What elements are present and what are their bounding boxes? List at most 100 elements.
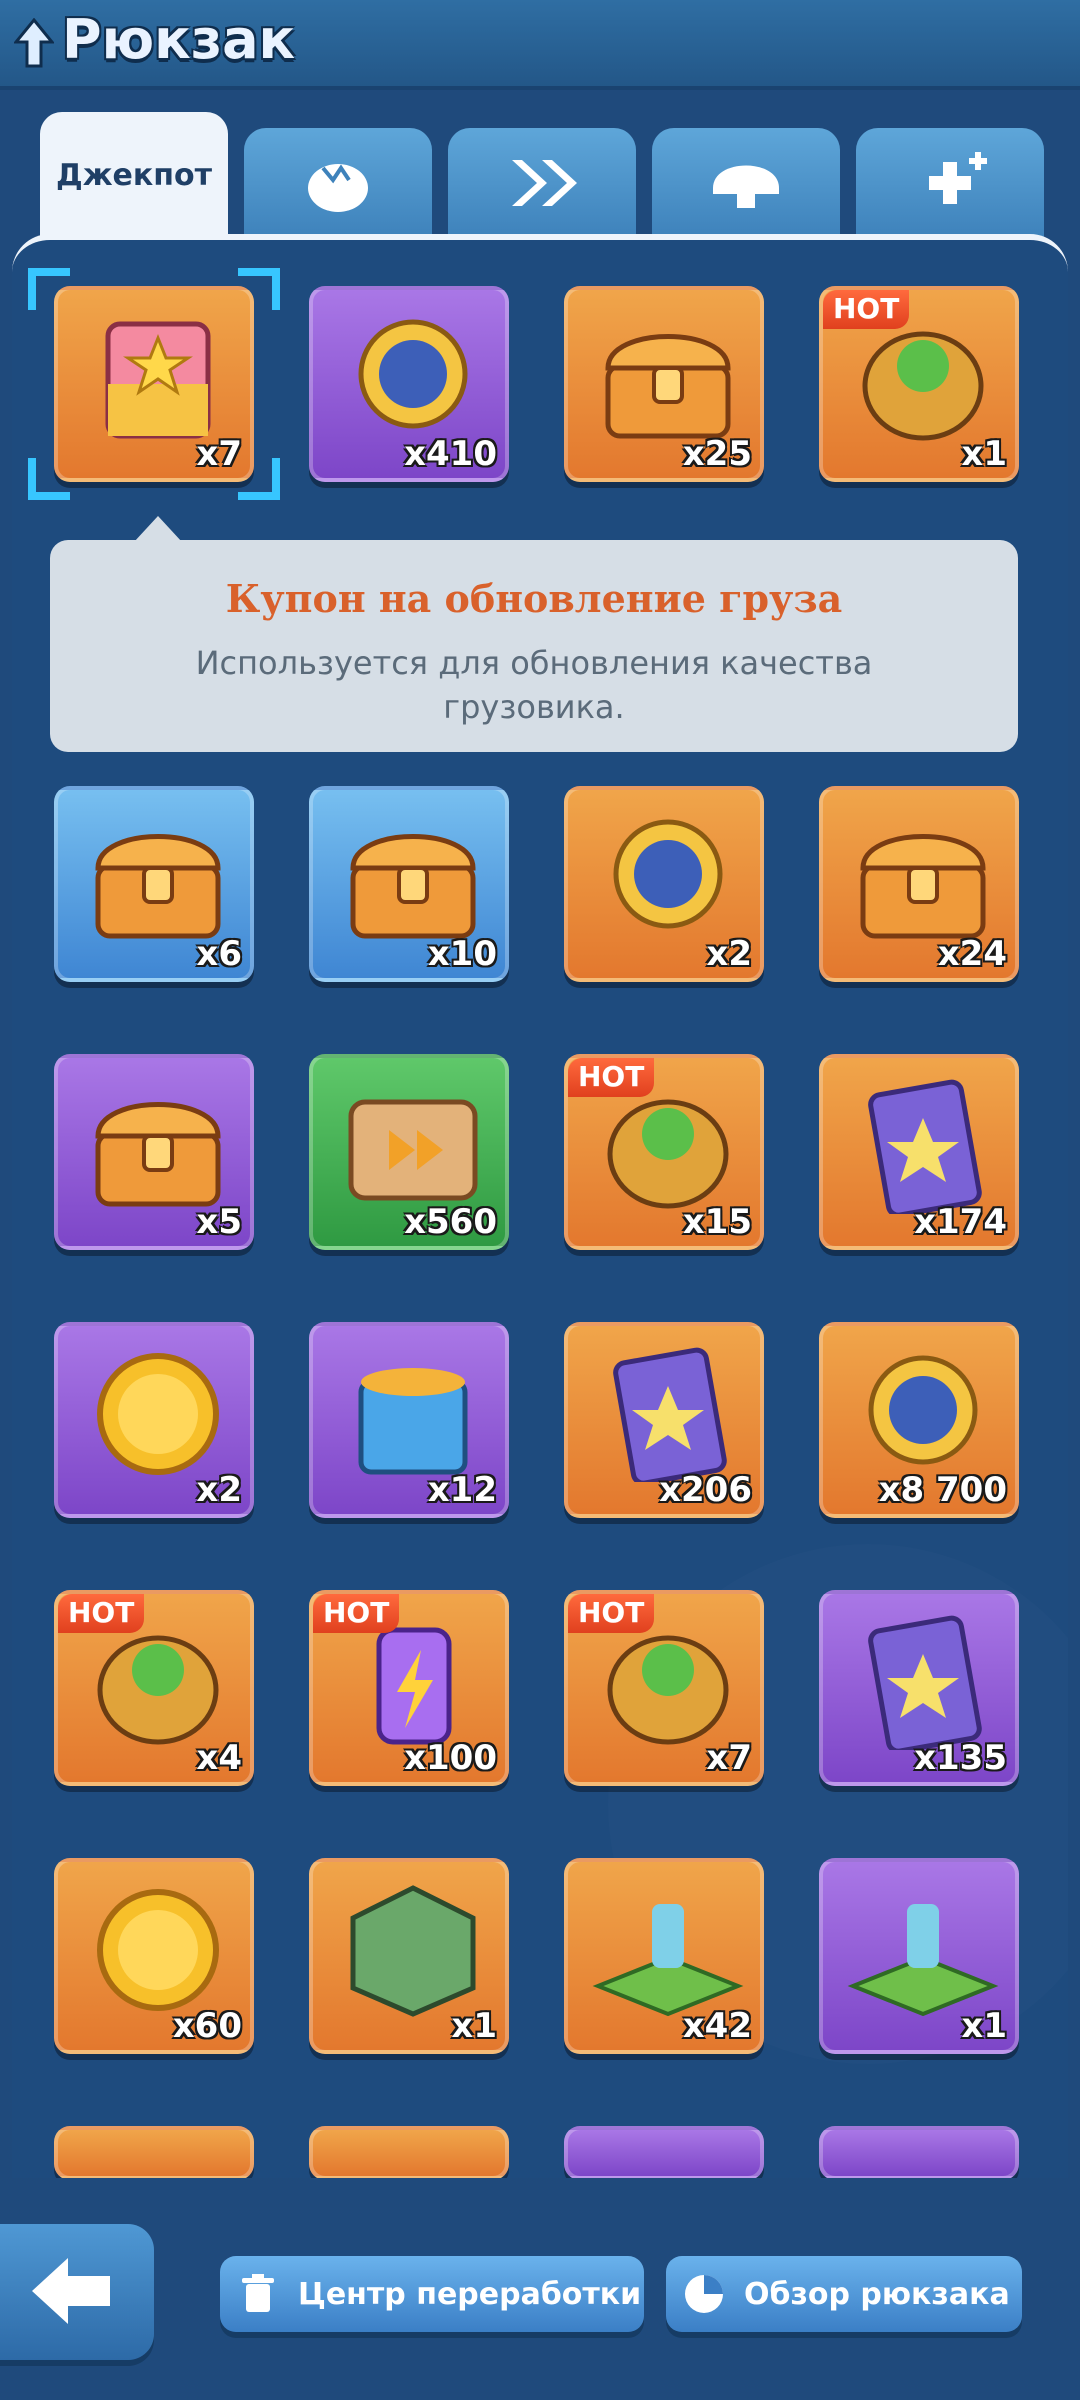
item-count: x42 (682, 2006, 752, 2046)
item-count: x10 (427, 934, 497, 974)
double-chevron-icon (512, 160, 577, 206)
inventory-item[interactable]: HOT x4 (54, 1590, 254, 1786)
inventory-item[interactable]: x8 700 (819, 1322, 1019, 1518)
inventory-item[interactable]: x1 (819, 1858, 1019, 2054)
backpack-overview-button[interactable]: Обзор рюкзака (666, 2256, 1022, 2332)
inventory-item[interactable]: x410 (309, 286, 509, 482)
back-button[interactable] (0, 2224, 154, 2360)
item-count: x1 (961, 434, 1007, 474)
item-count: x24 (937, 934, 1007, 974)
hot-badge: HOT (313, 1594, 400, 1633)
partial-item-icon (78, 2146, 238, 2180)
speedup-box-icon (348, 1099, 478, 1201)
inventory-item[interactable]: x2 (564, 786, 764, 982)
tab-eggs[interactable] (244, 128, 432, 238)
arrow-up-icon (14, 18, 54, 68)
back-arrow-icon (32, 2258, 110, 2324)
selection-frame (28, 268, 280, 500)
inventory-item[interactable]: HOT x100 (309, 1590, 509, 1786)
turret-island-icon (592, 1904, 744, 2017)
inventory-item[interactable]: x6 (54, 786, 254, 982)
tab-gear[interactable] (652, 128, 840, 238)
star-card-icon (868, 1079, 982, 1214)
fish-can-icon (358, 1368, 468, 1475)
inventory-item[interactable]: x10 (309, 786, 509, 982)
inventory-item[interactable]: x174 (819, 1054, 1019, 1250)
item-count: x1 (451, 2006, 497, 2046)
item-count: x1 (961, 2006, 1007, 2046)
item-count: x15 (682, 1202, 752, 1242)
item-count: x25 (682, 434, 752, 474)
item-count: x12 (427, 1470, 497, 1510)
item-count: x8 700 (878, 1470, 1007, 1510)
item-count: x100 (404, 1738, 497, 1778)
item-count: x2 (196, 1470, 242, 1510)
item-count: x7 (706, 1738, 752, 1778)
statue-island-icon (847, 1904, 999, 2017)
portrait-badge-icon (350, 1885, 476, 2017)
hot-badge: HOT (568, 1058, 655, 1097)
recycle-center-label: Центр переработки (298, 2276, 642, 2312)
backpack-overview-label: Обзор рюкзака (744, 2276, 1010, 2312)
chest-icon (605, 334, 731, 439)
tab-jackpot[interactable]: Джекпот (40, 112, 228, 238)
partial-item-icon (588, 2146, 748, 2180)
partial-item-icon (333, 2146, 493, 2180)
chest-icon (350, 834, 476, 939)
inventory-item[interactable]: x12 (309, 1322, 509, 1518)
item-count: x60 (172, 2006, 242, 2046)
item-count: x560 (404, 1202, 497, 1242)
header: Рюкзак (0, 0, 1080, 90)
tab-bar: Джекпот (40, 112, 1050, 238)
gamepad-coin-icon (97, 1353, 219, 1475)
inventory-panel: x7 x410 x25 HOT x1 x6 x10 x2 x24 x5 x560 HOT x15 x174… (12, 234, 1068, 2184)
star-card-icon (868, 1615, 982, 1750)
hot-badge: HOT (823, 290, 910, 329)
star-card-icon (613, 1347, 727, 1482)
inventory-item[interactable]: HOT x15 (564, 1054, 764, 1250)
item-count: x206 (659, 1470, 752, 1510)
item-count: x2 (706, 934, 752, 974)
bottom-bar: Центр переработки Обзор рюкзака (0, 2178, 1080, 2400)
helmet-icon (713, 165, 779, 208)
egg-icon (308, 164, 368, 212)
inventory-item[interactable] (309, 2126, 509, 2180)
hot-badge: HOT (58, 1594, 145, 1633)
inventory-item[interactable]: HOT x7 (564, 1590, 764, 1786)
inventory-item[interactable] (819, 2126, 1019, 2180)
inventory-item[interactable]: x25 (564, 286, 764, 482)
tab-other[interactable] (856, 128, 1044, 238)
chest-icon (95, 834, 221, 939)
tab-speedups[interactable] (448, 128, 636, 238)
inventory-item[interactable] (54, 2126, 254, 2180)
inventory-item[interactable]: x1 (309, 1858, 509, 2054)
coin-stack-icon (97, 1889, 219, 2011)
trash-icon (242, 2274, 274, 2312)
inventory-item[interactable]: HOT x1 (819, 286, 1019, 482)
recycle-center-button[interactable]: Центр переработки (220, 2256, 644, 2332)
page-title: Рюкзак (62, 8, 296, 71)
helmet-medal-icon (868, 1355, 978, 1465)
tooltip-title: Купон на обновление груза (225, 576, 843, 621)
inventory-item[interactable]: x60 (54, 1858, 254, 2054)
inventory-item[interactable] (564, 2126, 764, 2180)
item-count: x135 (914, 1738, 1007, 1778)
inventory-item[interactable]: x206 (564, 1322, 764, 1518)
hot-badge: HOT (568, 1594, 655, 1633)
item-count: x174 (914, 1202, 1007, 1242)
inventory-item[interactable]: x42 (564, 1858, 764, 2054)
chest-icon (95, 1102, 221, 1207)
inventory-item[interactable]: x5 (54, 1054, 254, 1250)
item-count: x5 (196, 1202, 242, 1242)
plus-icon (929, 152, 987, 204)
item-count: x410 (404, 434, 497, 474)
inventory-item[interactable]: x560 (309, 1054, 509, 1250)
tooltip-description: Используется для обновления качества гру… (195, 644, 873, 726)
item-count: x6 (196, 934, 242, 974)
item-tooltip: Купон на обновление груза Используется д… (50, 516, 1018, 752)
inventory-item[interactable]: x2 (54, 1322, 254, 1518)
inventory-item[interactable]: x24 (819, 786, 1019, 982)
pie-chart-icon (685, 2275, 723, 2313)
crown-badge-icon (613, 819, 723, 929)
inventory-item[interactable]: x135 (819, 1590, 1019, 1786)
